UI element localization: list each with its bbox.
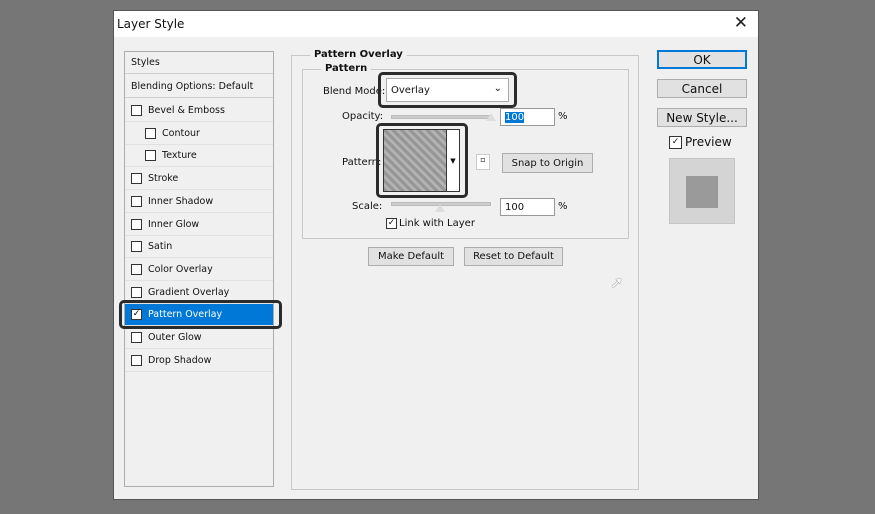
- style-item-label: Inner Glow: [148, 218, 200, 230]
- checkbox-icon[interactable]: [131, 354, 142, 366]
- style-item-label: Bevel & Emboss: [148, 105, 225, 116]
- styles-list: Styles Blending Options: Default Bevel & E…: [124, 51, 274, 487]
- style-item-inner-shadow[interactable]: Inner Shadow: [125, 191, 273, 213]
- style-item-inner-glow[interactable]: Inner Glow: [125, 214, 273, 236]
- preview-label: Preview: [685, 135, 732, 149]
- checkbox-icon[interactable]: [131, 173, 142, 185]
- link-with-layer-checkbox[interactable]: ✓ Link with Layer: [386, 218, 475, 229]
- percent-sign: %: [558, 201, 568, 212]
- scale-label: Scale:: [352, 201, 383, 212]
- style-item-label: Styles: [131, 57, 160, 68]
- checkbox-icon[interactable]: [131, 332, 142, 343]
- style-item-label: Color Overlay: [148, 263, 213, 275]
- cancel-button[interactable]: Cancel: [657, 79, 747, 98]
- checkbox-checked-icon: ✓: [669, 135, 682, 149]
- style-item-texture[interactable]: Texture: [125, 145, 273, 168]
- opacity-input[interactable]: 100: [500, 108, 555, 126]
- style-item-styles[interactable]: Styles: [125, 52, 273, 74]
- dialog-title: Layer Style: [117, 17, 185, 31]
- highlight-outline: [119, 300, 282, 329]
- checkbox-icon[interactable]: [131, 286, 142, 298]
- checkbox-icon[interactable]: [145, 150, 156, 162]
- subgroup-title: Pattern: [321, 63, 372, 74]
- group-title: Pattern Overlay: [310, 49, 407, 60]
- blend-mode-label: Blend Mode:: [323, 86, 386, 97]
- opacity-label: Opacity:: [342, 111, 384, 122]
- style-item-drop-shadow[interactable]: Drop Shadow: [125, 350, 273, 372]
- scale-value: 100: [505, 201, 525, 213]
- checkbox-icon[interactable]: [145, 127, 156, 139]
- new-preset-icon[interactable]: ▫: [476, 154, 490, 170]
- opacity-slider-thumb[interactable]: [486, 113, 496, 121]
- scale-slider-thumb[interactable]: [435, 204, 445, 212]
- make-default-button[interactable]: Make Default: [368, 247, 454, 266]
- style-item-label: Satin: [148, 241, 173, 253]
- title-bar: Layer Style ✕: [114, 11, 758, 37]
- checkbox-icon[interactable]: [131, 241, 142, 253]
- style-item-blending-options-default[interactable]: Blending Options: Default: [125, 76, 273, 98]
- mouse-cursor-icon: ➚: [610, 273, 624, 292]
- checkbox-icon[interactable]: [131, 263, 142, 275]
- style-item-label: Outer Glow: [148, 332, 202, 343]
- reset-to-default-button[interactable]: Reset to Default: [464, 247, 563, 266]
- style-item-contour[interactable]: Contour: [125, 123, 273, 145]
- preview-checkbox[interactable]: ✓ Preview: [669, 135, 732, 149]
- scale-input[interactable]: 100: [500, 198, 555, 216]
- style-item-label: Contour: [162, 127, 200, 139]
- link-with-layer-label: Link with Layer: [399, 218, 475, 229]
- highlight-outline: [376, 123, 468, 198]
- percent-sign: %: [558, 111, 568, 122]
- style-item-bevel-emboss[interactable]: Bevel & Emboss: [125, 100, 273, 122]
- snap-to-origin-button[interactable]: Snap to Origin: [502, 153, 593, 173]
- style-item-label: Gradient Overlay: [148, 286, 230, 298]
- checkbox-icon[interactable]: [131, 105, 142, 116]
- style-item-label: Texture: [162, 150, 197, 162]
- style-item-satin[interactable]: Satin: [125, 236, 273, 259]
- checkbox-icon[interactable]: [131, 218, 142, 230]
- preview-swatch: [686, 176, 718, 208]
- style-item-label: Inner Shadow: [148, 195, 214, 207]
- style-item-color-overlay[interactable]: Color Overlay: [125, 259, 273, 281]
- style-item-outer-glow[interactable]: Outer Glow: [125, 327, 273, 349]
- style-item-label: Stroke: [148, 173, 179, 185]
- new-style-button[interactable]: New Style...: [657, 108, 747, 127]
- style-item-label: Blending Options: Default: [131, 81, 254, 92]
- layer-style-dialog: Layer Style ✕ Styles Blending Options: De…: [113, 10, 759, 500]
- checkbox-checked-icon: ✓: [386, 218, 397, 229]
- ok-button[interactable]: OK: [657, 50, 747, 69]
- opacity-value: 100: [505, 111, 525, 123]
- style-item-stroke[interactable]: Stroke: [125, 168, 273, 191]
- checkbox-icon[interactable]: [131, 195, 142, 207]
- style-item-label: Drop Shadow: [148, 354, 212, 366]
- close-icon[interactable]: ✕: [734, 13, 748, 33]
- highlight-outline: [378, 72, 517, 108]
- opacity-slider[interactable]: [391, 115, 491, 119]
- style-preview-thumbnail: [669, 158, 735, 224]
